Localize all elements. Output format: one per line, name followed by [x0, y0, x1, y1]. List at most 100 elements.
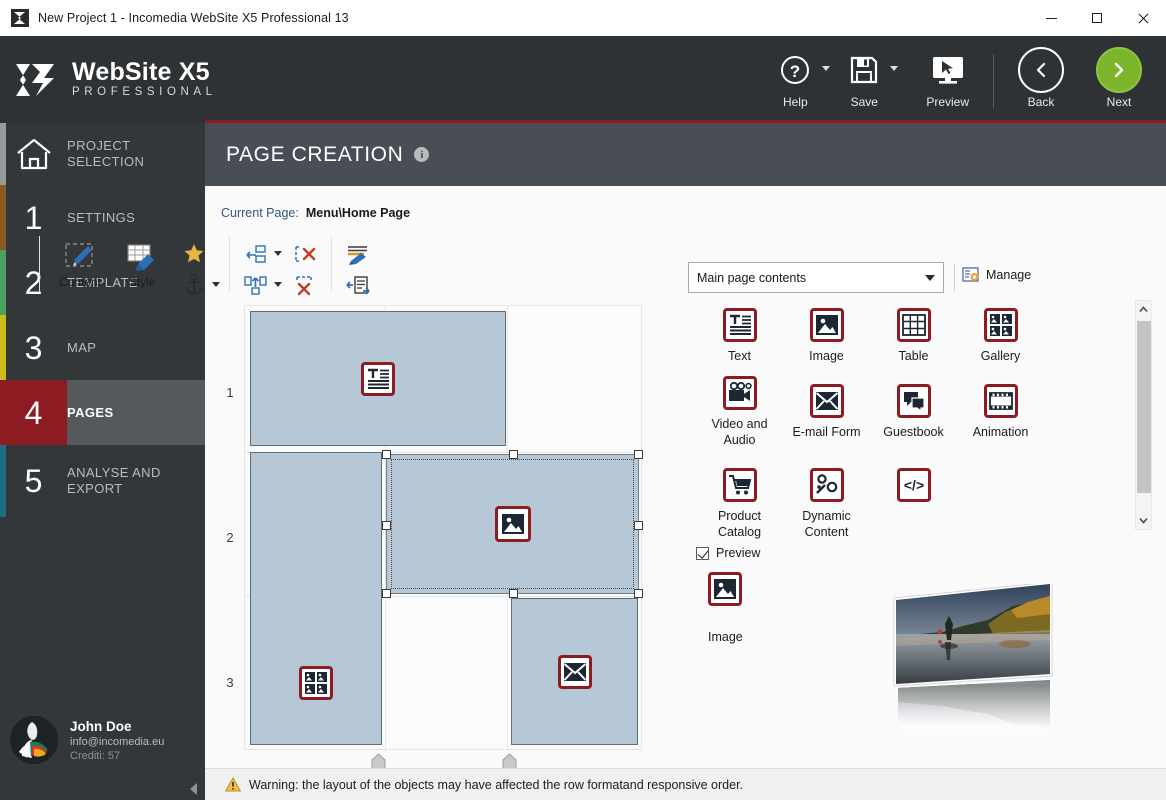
content-select[interactable]: Main page contents — [688, 262, 944, 293]
maximize-button[interactable] — [1074, 0, 1120, 36]
manage-button[interactable]: Manage — [962, 266, 1031, 284]
sidebar-item-map[interactable]: 3 MAP — [0, 315, 205, 380]
next-button[interactable]: Next — [1090, 50, 1148, 109]
editor-toolbar: Content Style — [30, 236, 375, 298]
object-html-code[interactable]: </> — [870, 468, 957, 540]
object-text[interactable]: Text — [696, 308, 783, 364]
sidebar-item-label: PAGES — [67, 405, 114, 421]
scrollbar-thumb[interactable] — [1137, 321, 1151, 493]
row-style-button[interactable] — [341, 240, 375, 268]
object-product-catalog[interactable]: Product Catalog — [696, 468, 783, 540]
resize-handle-w[interactable] — [382, 521, 391, 530]
resize-handle-ne[interactable] — [634, 450, 643, 459]
favourite-button[interactable] — [177, 240, 211, 268]
content-button[interactable]: Content — [49, 236, 111, 289]
animation-object-icon — [984, 384, 1018, 418]
resize-handle-sw[interactable] — [382, 589, 391, 598]
grid-cell-empty-1[interactable] — [511, 311, 638, 446]
object-table[interactable]: Table — [870, 308, 957, 364]
preview-object-label: Image — [708, 630, 743, 644]
preview-checkbox-row[interactable]: Preview — [696, 546, 760, 560]
minimize-button[interactable] — [1028, 0, 1074, 36]
content-pencil-icon — [64, 240, 96, 273]
help-button[interactable]: ? Help — [772, 50, 818, 109]
help-dropdown-caret[interactable] — [822, 66, 830, 71]
save-label: Save — [851, 95, 878, 109]
back-button[interactable]: Back — [1012, 50, 1070, 109]
resize-handle-n[interactable] — [509, 450, 518, 459]
resize-handle-s[interactable] — [509, 589, 518, 598]
dynamic-content-object-icon — [810, 468, 844, 502]
anchor-dropdown-caret[interactable] — [212, 282, 220, 287]
insert-row-dropdown-caret[interactable] — [274, 251, 282, 256]
image-object-icon[interactable] — [708, 572, 742, 606]
grid-cell-text[interactable] — [250, 311, 506, 446]
object-email-form[interactable]: E-mail Form — [783, 384, 870, 448]
manage-label: Manage — [986, 268, 1031, 282]
info-icon[interactable]: i — [414, 147, 429, 162]
page-layout-grid: 1 2 3 — [216, 305, 656, 765]
object-image[interactable]: Image — [783, 308, 870, 364]
website-x5-logo-icon — [14, 60, 58, 100]
object-animation[interactable]: Animation — [957, 384, 1044, 448]
object-gallery[interactable]: Gallery — [957, 308, 1044, 364]
preview-checkbox[interactable] — [696, 547, 709, 560]
profile-name: John Doe — [70, 719, 164, 734]
grid-cell-empty-2[interactable] — [386, 598, 506, 745]
grid-cell-image-selected[interactable] — [386, 454, 639, 594]
close-button[interactable] — [1120, 0, 1166, 36]
sidebar-item-label: SETTINGS — [67, 210, 135, 226]
scroll-down-arrow[interactable] — [1136, 512, 1151, 529]
save-icon — [848, 50, 880, 90]
insert-row-button[interactable] — [239, 240, 273, 268]
brand-logo: WebSite X5 PROFESSIONAL — [14, 59, 217, 100]
objects-scrollbar[interactable] — [1135, 300, 1152, 530]
sidebar-item-number: 4 — [0, 397, 67, 429]
object-label: Text — [728, 348, 751, 364]
resize-handle-e[interactable] — [634, 521, 643, 530]
cell-style-button[interactable] — [341, 271, 375, 299]
collapse-sidebar-arrow[interactable] — [190, 783, 197, 795]
sidebar-item-pages[interactable]: 4 PAGES — [0, 380, 205, 445]
content-label: Content — [59, 275, 101, 289]
user-profile[interactable]: John Doe info@incomedia.eu Crediti: 57 — [0, 705, 205, 775]
preview-label: Preview — [926, 95, 969, 109]
maximize-icon — [1092, 13, 1102, 23]
help-icon: ? — [778, 50, 812, 90]
row-number-1: 1 — [216, 385, 244, 400]
style-button[interactable]: Style — [111, 236, 173, 289]
delete-row-button[interactable] — [288, 240, 322, 268]
object-label: Dynamic Content — [783, 508, 870, 540]
delete-column-button[interactable] — [288, 271, 322, 299]
next-label: Next — [1107, 95, 1132, 109]
scroll-up-arrow[interactable] — [1136, 301, 1151, 318]
toolbar-divider-2 — [229, 236, 230, 292]
save-dropdown-caret[interactable] — [890, 66, 898, 71]
resize-handle-se[interactable] — [634, 589, 643, 598]
object-guestbook[interactable]: Guestbook — [870, 384, 957, 448]
grid-cell-gallery[interactable] — [250, 452, 382, 745]
insert-column-dropdown-caret[interactable] — [274, 282, 282, 287]
chevron-down-icon — [925, 275, 935, 281]
layout-grid-canvas[interactable] — [244, 305, 642, 750]
header-divider — [993, 54, 994, 108]
insert-column-button[interactable] — [239, 271, 273, 299]
current-page-breadcrumb: Current Page:Menu\Home Page — [221, 206, 410, 220]
grid-cell-email-form[interactable] — [511, 598, 638, 745]
anchor-button[interactable] — [177, 271, 211, 299]
brand-name: WebSite X5 — [72, 59, 217, 85]
sidebar-accent — [0, 250, 6, 315]
object-video-and-audio[interactable]: Video and Audio — [696, 376, 783, 448]
save-button[interactable]: Save — [842, 50, 886, 109]
object-dynamic-content[interactable]: Dynamic Content — [783, 468, 870, 540]
sidebar-item-analyse-and-export[interactable]: 5 ANALYSE AND EXPORT — [0, 445, 205, 517]
resize-handle-nw[interactable] — [382, 450, 391, 459]
text-object-icon — [361, 362, 395, 396]
sidebar-item-project-selection[interactable]: PROJECT SELECTION — [0, 123, 205, 185]
content-select-value: Main page contents — [697, 271, 806, 285]
toolbar-divider — [39, 236, 40, 292]
back-arrow-icon — [1018, 50, 1064, 90]
preview-button[interactable]: Preview — [920, 50, 975, 109]
next-arrow-icon — [1096, 50, 1142, 90]
object-label: Video and Audio — [696, 416, 783, 448]
